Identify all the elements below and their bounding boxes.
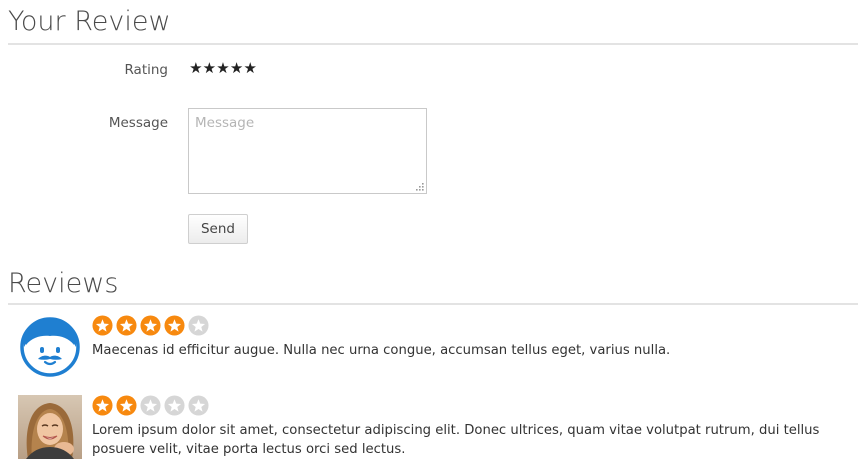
message-textarea[interactable] [188, 108, 427, 194]
star-filled-icon [164, 315, 185, 336]
message-label: Message [108, 115, 168, 131]
star-filled-icon [116, 315, 137, 336]
review-text: Lorem ipsum dolor sit amet, consectetur … [92, 423, 820, 457]
rating-star-5[interactable]: ★ [243, 59, 257, 77]
review-rating [92, 315, 209, 337]
rating-star-4[interactable]: ★ [230, 59, 244, 77]
default-user-avatar-icon [20, 317, 80, 377]
star-empty-icon [188, 395, 209, 416]
star-empty-icon [164, 395, 185, 416]
star-filled-icon [92, 315, 113, 336]
rating-star-1[interactable]: ★ [189, 59, 203, 77]
user-photo [18, 395, 82, 459]
send-button[interactable]: Send [188, 214, 248, 244]
reviews-title: Reviews [8, 268, 119, 299]
review-text: Maecenas id efficitur augue. Nulla nec u… [92, 343, 671, 358]
reviews-divider [8, 303, 858, 305]
star-empty-icon [140, 395, 161, 416]
star-empty-icon [188, 315, 209, 336]
star-filled-icon [116, 395, 137, 416]
star-filled-icon [92, 395, 113, 416]
rating-star-3[interactable]: ★ [216, 59, 230, 77]
your-review-title: Your Review [8, 6, 171, 37]
review-rating [92, 395, 209, 417]
star-filled-icon [140, 315, 161, 336]
rating-star-2[interactable]: ★ [203, 59, 217, 77]
rating-input[interactable]: ★★★★★ [189, 59, 257, 77]
resize-grip-icon[interactable] [413, 180, 425, 192]
rating-label: Rating [124, 62, 168, 78]
your-review-divider [8, 43, 858, 45]
